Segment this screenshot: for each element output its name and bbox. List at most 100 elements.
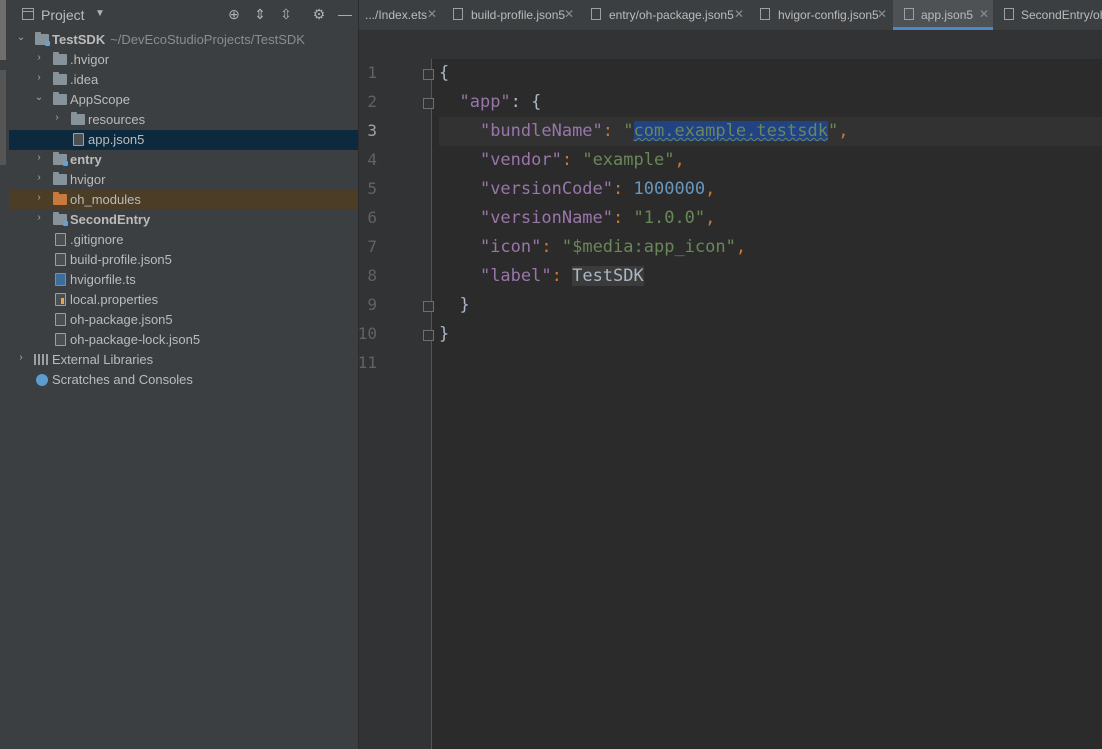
tree-item-hvigor[interactable]: › hvigor xyxy=(9,170,358,190)
folder-icon xyxy=(53,92,67,105)
gear-icon[interactable]: ⚙ xyxy=(310,6,328,23)
tree-item-oh-package-lock[interactable]: oh-package-lock.json5 xyxy=(9,330,358,350)
chevron-right-icon[interactable]: › xyxy=(33,52,45,66)
excluded-folder-icon xyxy=(53,192,67,205)
tree-item-label: local.properties xyxy=(70,292,159,307)
collapse-all-icon[interactable]: ⇳ xyxy=(277,6,295,23)
fold-marker-icon[interactable] xyxy=(423,98,434,109)
code-token: "versionName" xyxy=(479,208,614,228)
code-line: { xyxy=(439,59,449,88)
tab-hvigor-config[interactable]: hvigor-config.json5 ✕ xyxy=(756,0,892,30)
project-name: TestSDK xyxy=(52,32,106,47)
json-file-icon xyxy=(55,253,66,266)
chevron-right-icon[interactable]: › xyxy=(33,172,45,186)
fold-marker-icon[interactable] xyxy=(423,301,434,312)
tab-secondentry-oh-package[interactable]: SecondEntry/oh xyxy=(1003,0,1102,30)
tree-item-label: TestSDK ~/DevEcoStudioProjects/TestSDK xyxy=(52,32,305,47)
tree-item-hvigor-hidden[interactable]: › .hvigor xyxy=(9,50,358,70)
tab-app-json5[interactable]: app.json5 ✕ xyxy=(893,0,993,30)
tab-label: SecondEntry/oh xyxy=(1021,8,1102,22)
chevron-down-icon[interactable]: ⌄ xyxy=(33,92,45,106)
tree-item-testsdk[interactable]: ⌄ TestSDK ~/DevEcoStudioProjects/TestSDK xyxy=(9,30,358,50)
tab-index-ets[interactable]: .../Index.ets ✕ xyxy=(359,0,439,30)
scratches-icon xyxy=(36,374,48,386)
selected-text: com.example.testsdk xyxy=(633,121,828,141)
project-view-icon xyxy=(22,8,34,20)
chevron-right-icon[interactable]: › xyxy=(33,212,45,226)
chevron-right-icon[interactable]: › xyxy=(51,112,63,126)
tree-item-gitignore[interactable]: .gitignore xyxy=(9,230,358,250)
project-panel-header: Project ▼ ⊕ ⇕ ⇳ ⚙ — xyxy=(9,0,358,30)
tree-item-entry[interactable]: › entry xyxy=(9,150,358,170)
close-icon[interactable]: ✕ xyxy=(564,7,574,21)
code-line: } xyxy=(439,320,449,349)
close-icon[interactable]: ✕ xyxy=(877,7,887,21)
code-token: { xyxy=(439,63,450,83)
project-panel-title[interactable]: Project xyxy=(41,7,85,23)
file-icon xyxy=(55,233,66,246)
locate-icon[interactable]: ⊕ xyxy=(225,6,243,23)
tree-item-label: oh_modules xyxy=(70,192,141,207)
tree-item-hvigorfile[interactable]: hvigorfile.ts xyxy=(9,270,358,290)
code-line: "versionCode": 1000000, xyxy=(439,175,715,204)
chevron-right-icon[interactable]: › xyxy=(33,192,45,206)
json-file-icon xyxy=(760,8,770,20)
code-editor[interactable]: { "app": { "bundleName": "com.example.te… xyxy=(439,59,1102,749)
tree-item-external-libraries[interactable]: › External Libraries xyxy=(9,350,358,370)
line-number-gutter: 1 2 3 4 5 6 7 8 9 10 11 xyxy=(358,59,434,749)
properties-file-icon xyxy=(55,293,66,306)
tab-entry-oh-package[interactable]: entry/oh-package.json5 ✕ xyxy=(587,0,747,30)
module-folder-icon xyxy=(53,212,68,226)
code-token: : xyxy=(561,150,583,170)
fold-marker-icon[interactable] xyxy=(423,330,434,341)
module-folder-icon xyxy=(35,32,50,46)
line-number: 6 xyxy=(367,208,377,227)
tree-item-build-profile[interactable]: build-profile.json5 xyxy=(9,250,358,270)
code-token: : { xyxy=(510,92,542,112)
expand-all-icon[interactable]: ⇕ xyxy=(251,6,269,23)
json-file-icon xyxy=(1004,8,1014,20)
tree-item-oh-package[interactable]: oh-package.json5 xyxy=(9,310,358,330)
code-token: } xyxy=(439,324,450,344)
line-number: 5 xyxy=(367,179,377,198)
structure-tool-tab[interactable] xyxy=(0,70,6,165)
tree-item-app-json5[interactable]: app.json5 xyxy=(9,130,358,150)
code-token: , xyxy=(705,208,716,228)
code-line: "versionName": "1.0.0", xyxy=(439,204,715,233)
code-token: , xyxy=(674,150,685,170)
code-token: " xyxy=(623,121,634,141)
code-token: : xyxy=(613,208,634,228)
code-token: : xyxy=(602,121,624,141)
fold-marker-icon[interactable] xyxy=(423,69,434,80)
code-token: "example" xyxy=(582,150,675,170)
tree-item-idea[interactable]: › .idea xyxy=(9,70,358,90)
tree-item-secondentry[interactable]: › SecondEntry xyxy=(9,210,358,230)
chevron-right-icon[interactable]: › xyxy=(33,152,45,166)
project-panel: Project ▼ ⊕ ⇕ ⇳ ⚙ — ⌄ TestSDK ~/DevEcoStu… xyxy=(9,0,359,749)
close-icon[interactable]: ✕ xyxy=(734,7,744,21)
tab-build-profile[interactable]: build-profile.json5 ✕ xyxy=(449,0,577,30)
tab-label: entry/oh-package.json5 xyxy=(609,8,734,22)
code-token: , xyxy=(735,237,747,257)
tree-item-resources[interactable]: › resources xyxy=(9,110,358,130)
tree-item-label: build-profile.json5 xyxy=(70,252,172,267)
tree-item-appscope[interactable]: ⌄ AppScope xyxy=(9,90,358,110)
code-token: "versionCode" xyxy=(479,179,614,199)
tab-label: app.json5 xyxy=(921,8,974,22)
project-tool-tab[interactable] xyxy=(0,0,6,60)
tree-item-label: entry xyxy=(70,152,102,167)
code-token: } xyxy=(459,295,470,315)
close-icon[interactable]: ✕ xyxy=(979,7,989,21)
tree-item-oh-modules[interactable]: › oh_modules xyxy=(9,190,358,210)
hide-panel-icon[interactable]: — xyxy=(336,6,354,22)
close-icon[interactable]: ✕ xyxy=(427,7,437,21)
chevron-down-icon[interactable]: ⌄ xyxy=(15,32,27,46)
editor-tab-bar: .../Index.ets ✕ build-profile.json5 ✕ en… xyxy=(359,0,1102,31)
json-file-icon xyxy=(453,8,463,20)
code-line: "app": { xyxy=(439,88,541,117)
chevron-right-icon[interactable]: › xyxy=(33,72,45,86)
tree-item-scratches[interactable]: Scratches and Consoles xyxy=(9,370,358,390)
chevron-right-icon[interactable]: › xyxy=(15,352,27,366)
tree-item-local-properties[interactable]: local.properties xyxy=(9,290,358,310)
chevron-down-icon[interactable]: ▼ xyxy=(95,8,105,19)
